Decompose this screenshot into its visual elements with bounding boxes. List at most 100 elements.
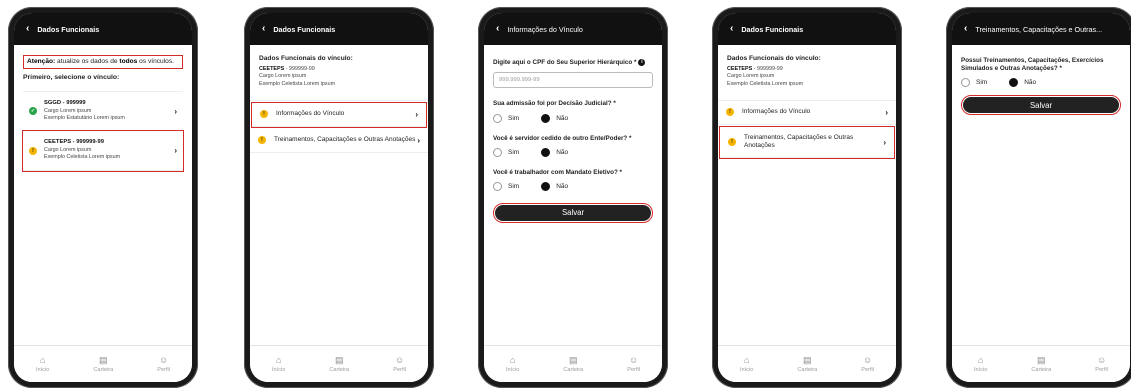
bottom-nav: ⌂ Início ▤ Carteira ☺ Perfil	[484, 345, 662, 382]
chevron-right-icon: ›	[415, 109, 418, 119]
exclamation-icon: !	[258, 136, 266, 145]
nav-home[interactable]: ⌂ Início	[36, 355, 49, 373]
screen-treinamentos: ‹ Treinamentos, Capacitações e Outras...…	[952, 13, 1130, 382]
vinculo-tipo: Exemplo Celetista Lorem ipsum	[44, 154, 121, 161]
screen-dados-funcionais-vinculo-2: ‹ Dados Funcionais Dados Funcionais do v…	[718, 13, 896, 382]
radio-circle	[493, 181, 502, 191]
nav-profile[interactable]: ☺ Perfil	[393, 355, 406, 373]
nav-profile[interactable]: ☺ Perfil	[627, 354, 640, 373]
nav-profile-label: Perfil	[393, 366, 406, 373]
vinculo-tipo: Exemplo Estatutário Lorem ipsum	[44, 115, 125, 122]
exclamation-icon: !	[728, 138, 736, 147]
back-chevron-icon[interactable]: ‹	[964, 24, 967, 34]
wallet-icon: ▤	[1037, 354, 1046, 365]
header-title: Dados Funcionais	[37, 24, 100, 34]
vinculo-org: CEETEPS	[727, 66, 753, 72]
back-chevron-icon[interactable]: ‹	[262, 24, 265, 34]
exclamation-icon: !	[260, 110, 268, 119]
radio-circle	[541, 113, 551, 123]
radio-label: Sim	[508, 114, 520, 122]
alert-bold: todos	[119, 58, 138, 65]
cpf-input[interactable]: 999.999.999-99	[493, 72, 653, 89]
nav-home[interactable]: ⌂ Início	[271, 355, 286, 373]
user-icon: ☺	[629, 354, 639, 365]
nav-wallet[interactable]: ▤ Carteira	[93, 355, 114, 373]
menu-treinamentos[interactable]: ! Treinamentos, Capacitações e Outras An…	[250, 129, 428, 153]
save-button-highlight: Salvar	[961, 95, 1121, 116]
user-icon: ☺	[159, 354, 169, 365]
nav-wallet[interactable]: ▤ Carteira	[1031, 354, 1051, 373]
back-chevron-icon[interactable]: ‹	[496, 24, 499, 34]
app-header: ‹ Dados Funcionais	[14, 13, 192, 45]
home-icon: ⌂	[509, 354, 516, 365]
menu-label: Informações do Vínculo	[276, 110, 345, 118]
bottom-nav: ⌂ Início ▤ Carteira ☺ Perfil	[718, 345, 896, 382]
radio-sim[interactable]: Sim	[493, 113, 520, 123]
radio-nao[interactable]: Não	[1009, 78, 1036, 88]
treinamentos-radio-group: Sim Não	[961, 78, 1121, 88]
back-chevron-icon[interactable]: ‹	[730, 24, 733, 34]
nav-wallet-label: Carteira	[93, 366, 114, 373]
home-icon: ⌂	[743, 354, 750, 365]
alert-mid: atualize os dados de	[55, 58, 120, 65]
chevron-right-icon: ›	[417, 135, 420, 145]
vinculo-code: - 999999-99	[752, 66, 783, 72]
radio-nao[interactable]: Não	[541, 181, 568, 191]
save-button[interactable]: Salvar	[495, 204, 651, 221]
radio-sim[interactable]: Sim	[961, 78, 987, 88]
radio-circle	[541, 147, 551, 157]
check-icon: ✓	[29, 107, 37, 116]
nav-wallet-label: Carteira	[329, 366, 350, 373]
nav-home-label: Início	[973, 366, 988, 373]
menu-treinamentos[interactable]: ! Treinamentos, Capacitações e Outras An…	[719, 125, 895, 160]
nav-wallet[interactable]: ▤ Carteira	[797, 354, 818, 373]
radio-nao[interactable]: Não	[541, 113, 568, 123]
vinculo-org: CEETEPS	[259, 66, 285, 72]
radio-circle	[493, 147, 502, 157]
nav-profile[interactable]: ☺ Perfil	[861, 355, 874, 373]
nav-home[interactable]: ⌂ Início	[973, 354, 988, 373]
alert-suffix: os vínculos.	[137, 58, 174, 65]
vinculo-tipo: Exemplo Celetista Lorem ipsum	[259, 80, 336, 87]
vinculo-item-ceeteps[interactable]: ! CEETEPS - 999999-99 Cargo Lorem ipsum …	[22, 130, 184, 172]
treinamentos-question: Possui Treinamentos, Capacitações, Exerc…	[961, 57, 1104, 73]
wallet-icon: ▤	[569, 354, 578, 365]
phone-5: ‹ Treinamentos, Capacitações e Outras...…	[946, 7, 1131, 388]
select-subtitle: Primeiro, selecione o vínculo:	[23, 73, 120, 81]
nav-profile-label: Perfil	[627, 366, 640, 373]
nav-wallet-label: Carteira	[563, 366, 584, 373]
app-header: ‹ Dados Funcionais	[250, 13, 428, 45]
vinculo-code-line: CEETEPS - 999999-99	[727, 66, 887, 73]
nav-profile-label: Perfil	[1095, 366, 1108, 373]
nav-profile[interactable]: ☺ Perfil	[1095, 355, 1108, 373]
radio-nao[interactable]: Não	[541, 147, 569, 157]
nav-home-label: Início	[271, 366, 286, 373]
back-chevron-icon[interactable]: ‹	[26, 24, 29, 34]
servidor-cedido-question: Você é servidor cedido de outro Ente/Pod…	[493, 134, 632, 142]
menu-informacoes-vinculo[interactable]: ! Informações do Vínculo ›	[251, 101, 427, 128]
menu-informacoes-vinculo[interactable]: ! Informações do Vínculo ›	[718, 101, 896, 125]
decisao-judicial-radio-group: Sim Não	[493, 113, 653, 123]
bottom-nav: ⌂ Início ▤ Carteira ☺ Perfil	[952, 345, 1130, 382]
header-title: Informações do Vínculo	[507, 24, 583, 34]
nav-home[interactable]: ⌂ Início	[505, 354, 520, 373]
radio-sim[interactable]: Sim	[493, 147, 519, 157]
phone-3: ‹ Informações do Vínculo Digite aqui o C…	[478, 7, 668, 388]
nav-wallet[interactable]: ▤ Carteira	[329, 355, 350, 373]
nav-wallet[interactable]: ▤ Carteira	[563, 354, 584, 373]
nav-wallet-label: Carteira	[797, 366, 818, 373]
radio-label: Não	[556, 148, 569, 156]
alert-prefix: Atenção:	[27, 58, 56, 65]
vinculo-item-sggd[interactable]: ✓ SGGD - 999999 Cargo Lorem ipsum Exempl…	[23, 90, 183, 132]
save-button[interactable]: Salvar	[963, 97, 1119, 114]
exclamation-icon: !	[29, 146, 37, 155]
radio-label: Sim	[508, 182, 520, 190]
nav-home-label: Início	[505, 366, 520, 373]
menu-label: Treinamentos, Capacitações e Outras Anot…	[274, 136, 416, 144]
nav-home[interactable]: ⌂ Início	[740, 354, 753, 373]
nav-profile[interactable]: ☺ Perfil	[157, 354, 170, 373]
info-icon[interactable]: i	[638, 59, 646, 66]
radio-sim[interactable]: Sim	[493, 181, 520, 191]
home-icon: ⌂	[977, 354, 984, 365]
wallet-icon: ▤	[803, 354, 812, 365]
